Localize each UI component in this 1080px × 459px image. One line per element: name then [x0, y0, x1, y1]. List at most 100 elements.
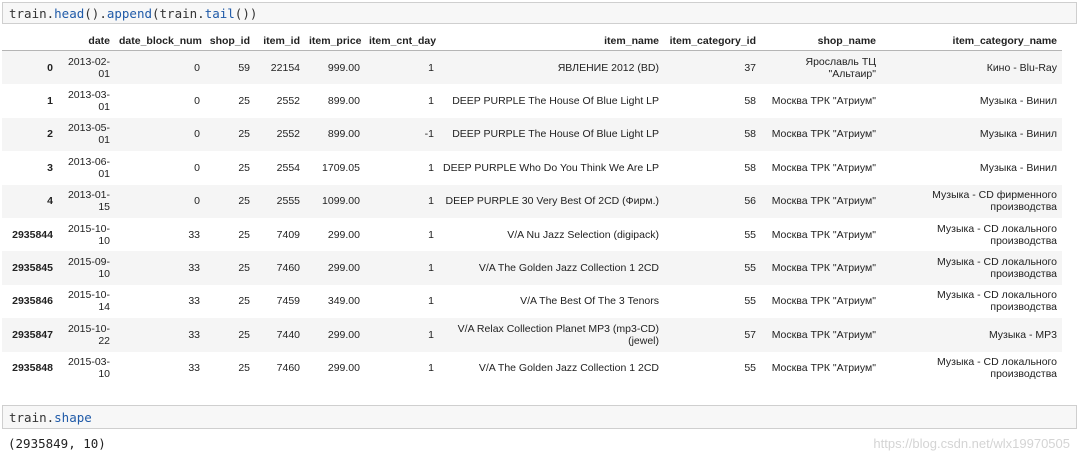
table-row: 2935846 2015-10-14 33 25 7459 349.00 1 V/A The …: [2, 284, 1062, 319]
code-cell-head-tail[interactable]: train.head().append(train.tail()): [2, 2, 1077, 24]
cell-item_id: 2554: [276, 161, 300, 174]
row-index: 1: [47, 95, 53, 108]
cell-item_name: V/A The Golden Jazz Collection 1 2CD: [478, 362, 659, 375]
cell-item_name: DEEP PURPLE The House Of Blue Light LP: [452, 128, 659, 141]
cell-item_id: 7440: [276, 328, 300, 341]
cell-date: 2013-02-01: [67, 55, 110, 80]
column-header-item_price: item_price: [305, 31, 365, 51]
cell-item_price: 299.00: [327, 262, 360, 275]
cell-date_block_num: 0: [194, 161, 200, 174]
table-row: 2935845 2015-09-10 33 25 7460 299.00 1 V/A The …: [2, 251, 1062, 285]
table-row: 2935847 2015-10-22 33 25 7440 299.00 1 V/A Rela…: [2, 318, 1062, 352]
cell-item_category_name: Музыка - Винил: [979, 128, 1057, 141]
cell-item_category_id: 37: [744, 61, 756, 74]
cell-item_category_name: Музыка - CD локального производства: [937, 356, 1057, 381]
row-index: 2935847: [12, 328, 53, 341]
cell-item_category_id: 55: [744, 362, 756, 375]
cell-item_cnt_day: 1: [428, 228, 434, 241]
table-row: 2 2013-05-01 0 25 2552 899.00 -1 DEEP PURPLE Th…: [2, 117, 1062, 152]
watermark-text: https://blog.csdn.net/wlx19970505: [873, 436, 1070, 451]
cell-item_price: 899.00: [327, 128, 360, 141]
cell-item_name: V/A Nu Jazz Selection (digipack): [507, 228, 659, 241]
table-header-row: date date_block_num shop_id item_id item_pri…: [2, 31, 1062, 51]
cell-item_category_name: Музыка - CD локального производства: [937, 256, 1057, 281]
cell-date_block_num: 33: [188, 295, 200, 308]
cell-item_category_name: Музыка - CD локального производства: [937, 289, 1057, 314]
table-row: 4 2013-01-15 0 25 2555 1099.00 1 DEEP PURPLE 30…: [2, 184, 1062, 218]
cell-item_price: 349.00: [327, 295, 360, 308]
cell-date: 2013-01-15: [67, 189, 110, 214]
cell-item_cnt_day: 1: [428, 195, 434, 208]
cell-date_block_num: 33: [188, 262, 200, 275]
code-cell-shape[interactable]: train.shape: [2, 405, 1077, 429]
index-header: [2, 31, 58, 51]
cell-date: 2015-09-10: [67, 256, 110, 281]
cell-shop_name: Москва ТРК "Атриум": [771, 195, 876, 208]
column-header-shop_id: shop_id: [205, 31, 255, 51]
cell-date: 2013-05-01: [67, 122, 110, 147]
cell-shop_name: Москва ТРК "Атриум": [771, 295, 876, 308]
cell-item_price: 999.00: [327, 61, 360, 74]
cell-item_price: 299.00: [327, 328, 360, 341]
column-header-shop_name: shop_name: [761, 31, 881, 51]
table-row: 0 2013-02-01 0 59 22154 999.00 1 ЯВЛЕНИЕ 2012 (…: [2, 50, 1062, 85]
cell-item_cnt_day: 1: [428, 161, 434, 174]
cell-shop_id: 25: [238, 161, 250, 174]
cell-item_price: 899.00: [327, 95, 360, 108]
cell-item_price: 1099.00: [322, 195, 360, 208]
cell-item_cnt_day: 1: [428, 362, 434, 375]
cell-shop_name: Москва ТРК "Атриум": [771, 328, 876, 341]
cell-item_category_id: 55: [744, 262, 756, 275]
cell-item_id: 7409: [276, 228, 300, 241]
cell-date: 2015-03-10: [67, 356, 110, 381]
cell-item_name: DEEP PURPLE 30 Very Best Of 2CD (Фирм.): [445, 195, 659, 208]
code-text-1: train.head().append(train.tail()): [9, 5, 258, 21]
cell-item_category_id: 58: [744, 161, 756, 174]
cell-date_block_num: 33: [188, 328, 200, 341]
cell-date_block_num: 0: [194, 95, 200, 108]
cell-date_block_num: 0: [194, 195, 200, 208]
cell-shop_id: 25: [238, 128, 250, 141]
cell-date: 2015-10-14: [67, 289, 110, 314]
cell-item_category_name: Музыка - Винил: [979, 161, 1057, 174]
table-row: 2935848 2015-03-10 33 25 7460 299.00 1 V/A The …: [2, 351, 1062, 385]
dataframe-output: date date_block_num shop_id item_id item_pri…: [2, 31, 1062, 385]
cell-item_id: 7460: [276, 262, 300, 275]
cell-item_id: 2555: [276, 195, 300, 208]
cell-date: 2013-03-01: [67, 89, 110, 114]
cell-item_category_name: Музыка - CD локального производства: [937, 222, 1057, 247]
cell-shop_name: Москва ТРК "Атриум": [771, 161, 876, 174]
cell-shop_id: 25: [238, 262, 250, 275]
cell-date_block_num: 33: [188, 362, 200, 375]
cell-shop_id: 25: [238, 295, 250, 308]
cell-shop_name: Москва ТРК "Атриум": [771, 362, 876, 375]
cell-item_category_id: 56: [744, 195, 756, 208]
row-index: 3: [47, 161, 53, 174]
cell-item_id: 7460: [276, 362, 300, 375]
cell-shop_id: 25: [238, 195, 250, 208]
cell-item_category_id: 58: [744, 95, 756, 108]
cell-item_cnt_day: 1: [428, 295, 434, 308]
row-index: 2: [47, 128, 53, 141]
row-index: 2935848: [12, 362, 53, 375]
cell-date_block_num: 33: [188, 228, 200, 241]
cell-item_category_id: 55: [744, 228, 756, 241]
row-index: 2935844: [12, 228, 53, 241]
cell-item_cnt_day: 1: [428, 95, 434, 108]
cell-date_block_num: 0: [194, 128, 200, 141]
cell-shop_id: 59: [238, 61, 250, 74]
cell-shop_name: Ярославль ТЦ "Альтаир": [805, 55, 876, 80]
row-index: 2935845: [12, 262, 53, 275]
cell-date: 2015-10-10: [67, 222, 110, 247]
cell-item_price: 299.00: [327, 228, 360, 241]
column-header-item_cnt_day: item_cnt_day: [365, 31, 439, 51]
table-row: 3 2013-06-01 0 25 2554 1709.05 1 DEEP PURPLE Wh…: [2, 151, 1062, 185]
cell-item_cnt_day: -1: [424, 128, 434, 141]
column-header-item_name: item_name: [439, 31, 664, 51]
cell-item_cnt_day: 1: [428, 328, 434, 341]
table-row: 1 2013-03-01 0 25 2552 899.00 1 DEEP PURPLE The…: [2, 84, 1062, 118]
row-index: 4: [47, 195, 53, 208]
cell-item_price: 1709.05: [322, 161, 360, 174]
cell-item_price: 299.00: [327, 362, 360, 375]
cell-shop_name: Москва ТРК "Атриум": [771, 228, 876, 241]
